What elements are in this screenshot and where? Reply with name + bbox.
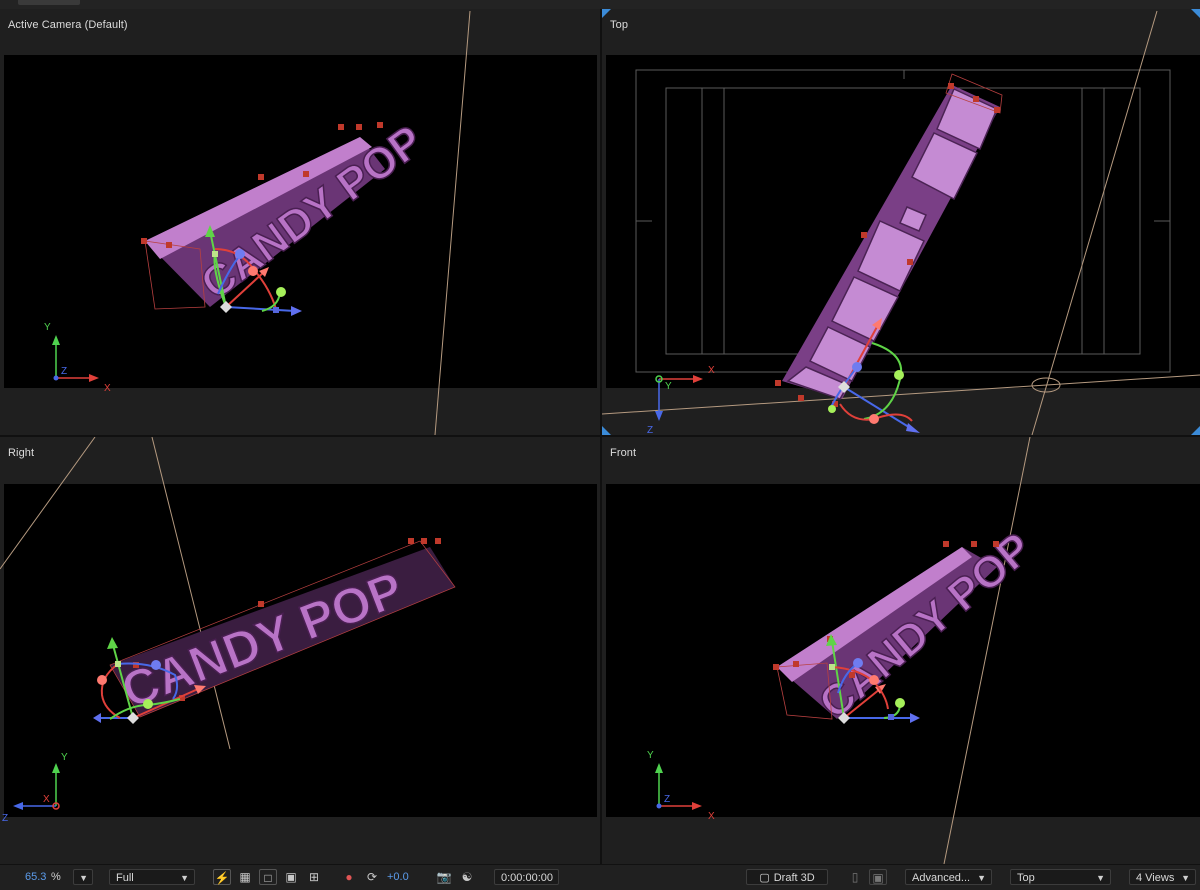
color-channels-icon[interactable]: ● [340,869,358,885]
top-view[interactable]: Y X Z Top [602,9,1200,435]
resolution-value: Full [116,872,134,884]
ground-plane-icon[interactable]: ▯ [846,869,864,885]
axis-z-label: Z [647,425,653,435]
region-of-interest-icon[interactable]: □ [259,869,277,885]
exposure-value[interactable]: +0.0 [387,869,409,885]
active-camera-canvas[interactable]: CANDY POP Y Z X [0,9,600,435]
3d-view-dropdown[interactable]: Top ▼ [1010,869,1111,885]
right-view[interactable]: CANDY POP Y X Z Right [0,437,600,864]
chevron-down-icon: ▼ [79,873,88,883]
tab-stub [18,0,80,5]
right-view-canvas[interactable]: CANDY POP Y X Z [0,437,600,864]
view-label-top: Top [610,19,629,31]
axis-y-label: Y [44,322,51,333]
grid-guides-icon[interactable]: ⊞ [305,869,323,885]
chevron-down-icon: ▼ [977,873,986,883]
view-divider-horizontal[interactable] [0,435,1200,437]
fast-previews-icon[interactable]: ⚡ [213,869,231,885]
extended-viewer-icon[interactable]: ▣ [869,869,887,885]
show-snapshot-icon[interactable]: ☯ [458,869,476,885]
zoom-dropdown-button[interactable]: ▼ [73,869,93,885]
axis-x-label: X [104,383,111,394]
active-view-marker [602,426,611,435]
axis-y-label: Y [665,381,672,392]
active-view-marker [1191,426,1200,435]
view-label-active-camera: Active Camera (Default) [8,19,128,31]
axis-z-label: Z [61,366,67,377]
view-label-right: Right [8,447,35,459]
zoom-unit: % [51,871,61,883]
active-camera-view[interactable]: CANDY POP Y Z X Active Camera (Default) [0,9,600,435]
renderer-value: Advanced... [912,872,971,884]
3d-view-value: Top [1017,872,1035,884]
axis-x-label: X [708,811,715,822]
top-view-canvas[interactable]: Y X Z [602,9,1200,435]
axis-y-label: Y [647,750,654,761]
zoom-value[interactable]: 65.3 [25,869,46,885]
chevron-down-icon: ▼ [1181,873,1190,883]
axis-y-label: Y [61,752,68,763]
active-view-marker [602,9,611,18]
cube-icon: ▢ [759,872,770,884]
active-view-marker [1191,9,1200,18]
draft-3d-button[interactable]: ▢ Draft 3D [746,869,828,885]
mask-visibility-icon[interactable]: ▣ [282,869,300,885]
color-management-icon[interactable]: ⟳ [363,869,381,885]
front-view[interactable]: CANDY POP Y Z X Front [602,437,1200,864]
viewer-toolbar: 65.3 % ▼ Full ▼ ⚡ ▦ □ ▣ ⊞ ● ⟳ +0.0 📷 ☯ 0… [0,864,1200,890]
renderer-dropdown[interactable]: Advanced... ▼ [905,869,992,885]
timecode-field[interactable]: 0:00:00:00 [494,869,559,885]
view-label-front: Front [610,447,637,459]
front-view-canvas[interactable]: CANDY POP Y Z X [602,437,1200,864]
chevron-down-icon: ▼ [180,873,189,883]
axis-z-label: Z [664,794,670,805]
chevron-down-icon: ▼ [1096,873,1105,883]
transparency-grid-icon[interactable]: ▦ [236,869,254,885]
axis-z-label: Z [2,813,8,824]
axis-x-label: X [43,794,50,805]
view-layout-value: 4 Views [1136,872,1175,884]
snapshot-camera-icon[interactable]: 📷 [435,869,453,885]
view-layout-dropdown[interactable]: 4 Views ▼ [1129,869,1196,885]
resolution-dropdown[interactable]: Full ▼ [109,869,195,885]
draft-3d-label: Draft 3D [773,872,815,884]
axis-x-label: X [708,365,715,376]
